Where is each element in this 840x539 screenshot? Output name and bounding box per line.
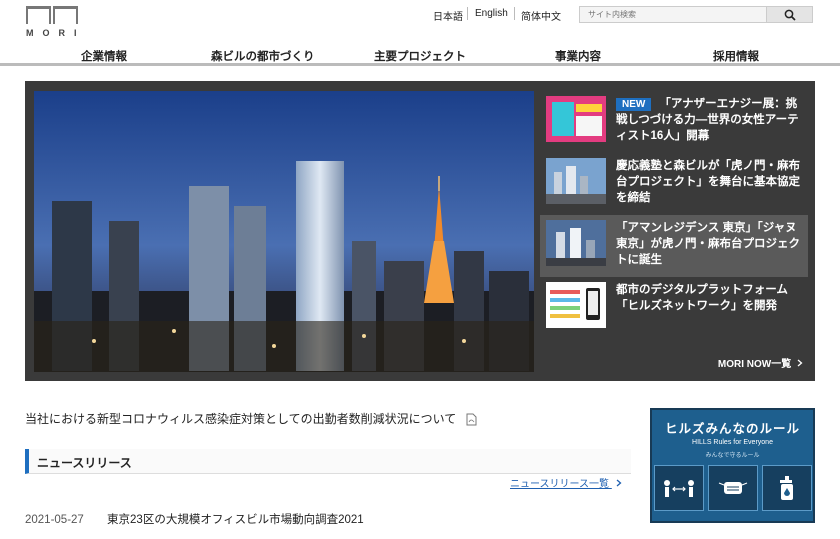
pdf-icon — [466, 413, 477, 426]
notice-text: 当社における新型コロナウィルス感染症対策としての出勤者数削減状況について — [25, 412, 457, 426]
search-input[interactable] — [579, 6, 767, 23]
banner-caption: みんなで守るルール — [705, 453, 760, 459]
banner-panels — [652, 465, 813, 511]
news-item[interactable]: NEW 「アナザーエナジー展：挑戦しつづける力―世界の女性アーティスト16人」開幕 — [540, 91, 808, 153]
hero-city-image[interactable] — [34, 91, 534, 372]
news-release-list-link[interactable]: ニュースリリース一覧 — [510, 475, 622, 490]
main-nav: 企業情報 森ビルの都市づくり 主要プロジェクト 事業内容 採用情報 — [0, 44, 840, 66]
nav-item-projects[interactable]: 主要プロジェクト — [374, 48, 466, 64]
mori-now-list: NEW 「アナザーエナジー展：挑戦しつづける力―世界の女性アーティスト16人」開幕… — [540, 91, 808, 339]
mori-logo[interactable]: MORI — [26, 6, 80, 40]
search-button[interactable] — [767, 6, 813, 23]
news-item[interactable]: 慶応義塾と森ビルが「虎ノ門・麻布台プロジェクト」を舞台に基本協定を締結 — [540, 153, 808, 215]
banner-subtitle: HILLS Rules for Everyone — [692, 439, 773, 446]
mori-now-link-label: MORI NOW一覧 — [717, 359, 792, 370]
chevron-right-icon — [797, 359, 803, 367]
news-title: 「アマンレジデンス 東京」「ジャヌ東京」が虎ノ門・麻布台プロジェクトに誕生 — [616, 222, 800, 266]
chevron-right-icon — [616, 479, 622, 487]
news-title: 都市のデジタルプラットフォーム「ヒルズネットワーク」を開発 — [616, 284, 788, 312]
nav-item-urban-planning[interactable]: 森ビルの都市づくり — [211, 48, 315, 64]
site-search — [579, 6, 813, 23]
news-title: 慶応義塾と森ビルが「虎ノ門・麻布台プロジェクト」を舞台に基本協定を締結 — [616, 160, 800, 204]
section-title: ニュースリリース — [37, 456, 132, 470]
release-date: 2021-05-27 — [25, 514, 84, 526]
social-distance-icon — [653, 465, 704, 511]
news-release-row[interactable]: 2021-05-27 東京23区の大規模オフィスビル市場動向調査2021 — [25, 511, 364, 527]
nav-item-careers[interactable]: 採用情報 — [713, 48, 759, 64]
hero-section: NEW 「アナザーエナジー展：挑戦しつづける力―世界の女性アーティスト16人」開幕… — [25, 81, 815, 381]
logo-mark-icon — [26, 6, 78, 24]
new-badge: NEW — [616, 98, 652, 111]
divider — [514, 7, 515, 20]
nav-item-business[interactable]: 事業内容 — [555, 48, 601, 64]
news-item-active[interactable]: 「アマンレジデンス 東京」「ジャヌ東京」が虎ノ門・麻布台プロジェクトに誕生 — [540, 215, 808, 277]
news-thumbnail — [546, 158, 606, 204]
lang-chinese-link[interactable]: 简体中文 — [521, 8, 561, 23]
nav-item-company[interactable]: 企業情報 — [81, 48, 127, 64]
hills-rules-banner[interactable]: ヒルズみんなのルール HILLS Rules for Everyone みんなで… — [650, 408, 815, 523]
news-thumbnail — [546, 220, 606, 266]
site-header: MORI 日本語 English 简体中文 — [0, 0, 840, 42]
banner-title: ヒルズみんなのルール — [664, 422, 800, 436]
lang-japanese-link[interactable]: 日本語 — [433, 8, 463, 23]
mori-now-list-link[interactable]: MORI NOW一覧 — [718, 355, 803, 370]
lang-english-link[interactable]: English — [475, 8, 508, 19]
news-item[interactable]: 都市のデジタルプラットフォーム「ヒルズネットワーク」を開発 — [540, 277, 808, 339]
news-thumbnail — [546, 282, 606, 328]
covid-notice-link[interactable]: 当社における新型コロナウィルス感染症対策としての出勤者数削減状況について — [25, 410, 477, 427]
sanitizer-icon — [761, 465, 812, 511]
news-list-link-label: ニュースリリース一覧 — [510, 479, 609, 490]
news-thumbnail — [546, 96, 606, 142]
news-release-heading: ニュースリリース — [25, 449, 631, 474]
search-icon — [784, 9, 796, 21]
mask-icon — [707, 465, 758, 511]
divider — [467, 7, 468, 20]
logo-text: MORI — [26, 28, 86, 38]
release-title: 東京23区の大規模オフィスビル市場動向調査2021 — [107, 514, 364, 526]
